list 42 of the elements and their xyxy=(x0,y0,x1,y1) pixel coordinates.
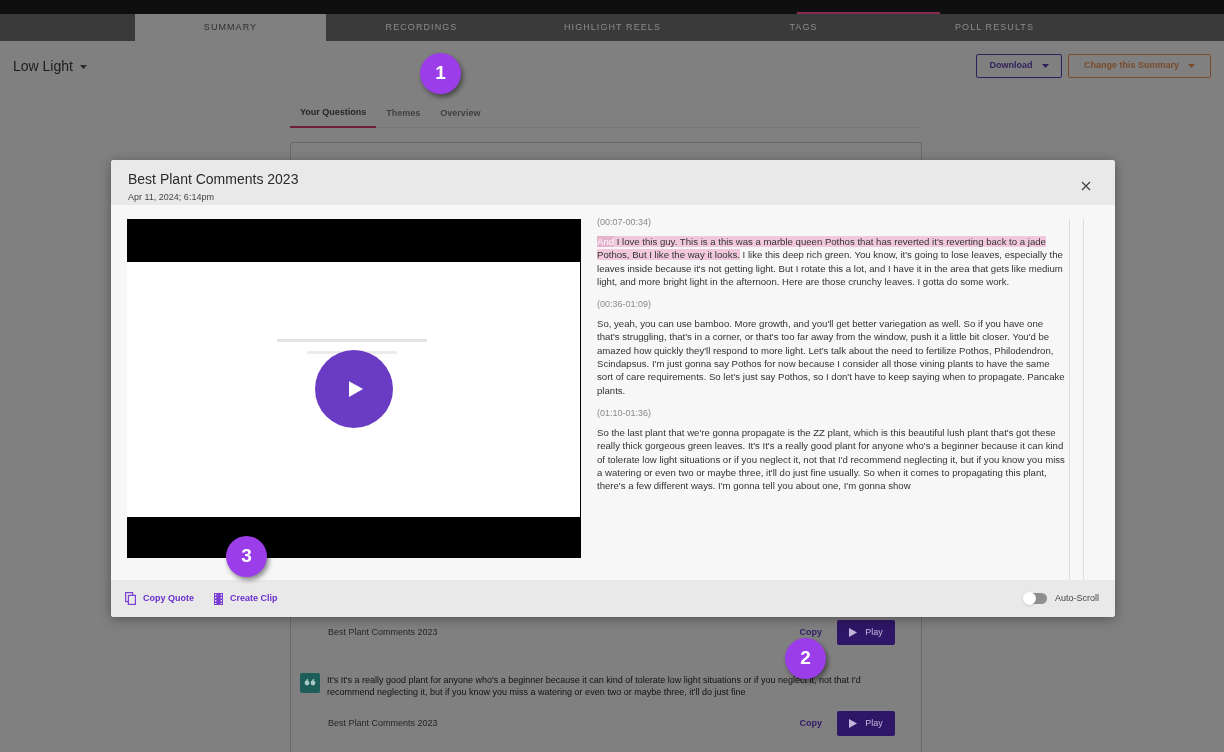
auto-scroll-label: Auto-Scroll xyxy=(1055,591,1099,605)
question-tab[interactable]: Your Questions xyxy=(290,100,377,128)
source-label: Best Plant Comments 2023 xyxy=(328,625,438,639)
copy-quote-button[interactable]: Copy Quote xyxy=(125,591,194,606)
film-icon xyxy=(214,592,223,605)
play-icon xyxy=(849,719,858,728)
step-number-badge: 2 xyxy=(785,638,826,679)
question-tab[interactable]: Themes xyxy=(376,100,431,128)
nav-tab[interactable]: TAGS xyxy=(708,14,899,41)
auto-scroll-toggle[interactable] xyxy=(1024,593,1047,604)
dialog-date: Apr 11, 2024; 6:14pm xyxy=(128,191,215,204)
play-icon xyxy=(849,628,858,637)
question-tab[interactable]: Overview xyxy=(430,100,491,128)
play-icon xyxy=(348,381,363,397)
transcript-paragraph: So, yeah, you can use bamboo. More growth, and you'll get better variegation as well. So if you have one that's struggling, that's in a corner, or that's too far away from the window, push it a little bit closer. You'd be amazed how quickly they'll respond to more light. Let's talk about the need to fertilize Pothos, Philodendron, Scindapsus. I'm just gonna say Pothos for now because I consider all those vining plants to have the same sort of care requirements. So let's just say Pothos, so I don't have to keep saying when to propagate. Pancake plants. xyxy=(597,317,1066,397)
caret-icon xyxy=(1188,64,1195,68)
step-number-badge: 1 xyxy=(420,53,461,94)
dialog-title: Best Plant Comments 2023 xyxy=(128,171,299,188)
source-label: Best Plant Comments 2023 xyxy=(328,716,438,730)
nav-tab[interactable]: HIGHLIGHT REELS xyxy=(517,14,708,41)
play-button[interactable]: Play xyxy=(837,711,895,736)
transcript-paragraph: And I love this guy. This is a this was a marble queen Pothos that has reverted it's reverting back to a jade Pothos, But I like the way it looks. I like this deep rich green. You know, it's going to lose leaves, especially the leaves inside because it's not getting light. But I rotate this a lot, and I have it in the area that gets like medium light, and more bright light in the afternoon. Here are those crunchy leaves. I gotta do some work. xyxy=(597,235,1064,289)
transcript-paragraph: So the last plant that we're gonna propagate is the ZZ plant, which is this beautiful lush plant that's got these really thick gorgeous green leaves. It's It's a really good plant for anyone who's a beginner because it can kind of tolerate low light situations or if you neglect it, not that I'd recommend neglecting it, but if you know you miss a watering or even two or maybe three, it'll do just fine usually. So when it comes to propagating this plant, there's a few different ways. I'm gonna tell you about one, I'm gonna show xyxy=(597,425,1066,493)
nav-tab[interactable]: RECORDINGS xyxy=(326,14,517,41)
timestamp: (00:07-00:34) xyxy=(597,216,653,228)
change-summary-button[interactable]: Change this Summary xyxy=(1068,54,1211,78)
summary-dropdown[interactable]: Low Light xyxy=(13,55,87,77)
close-button[interactable] xyxy=(1081,181,1091,191)
quote-icon xyxy=(300,673,320,693)
copy-link[interactable]: Copy xyxy=(799,625,822,640)
nav-tab[interactable]: POLL RESULTS xyxy=(899,14,1090,41)
close-icon xyxy=(1081,181,1091,191)
copy-icon xyxy=(125,592,136,605)
timestamp: (00:36-01:09) xyxy=(597,298,653,311)
caret-icon xyxy=(79,65,87,69)
copy-link[interactable]: Copy xyxy=(799,716,822,731)
download-button[interactable]: Download xyxy=(976,54,1062,78)
play-button[interactable]: Play xyxy=(837,620,895,645)
timestamp: (01:10-01:36) xyxy=(597,406,653,419)
nav-tab[interactable]: SUMMARY xyxy=(135,14,326,41)
caret-icon xyxy=(1041,64,1049,68)
create-clip-button[interactable]: Create Clip xyxy=(214,591,278,606)
